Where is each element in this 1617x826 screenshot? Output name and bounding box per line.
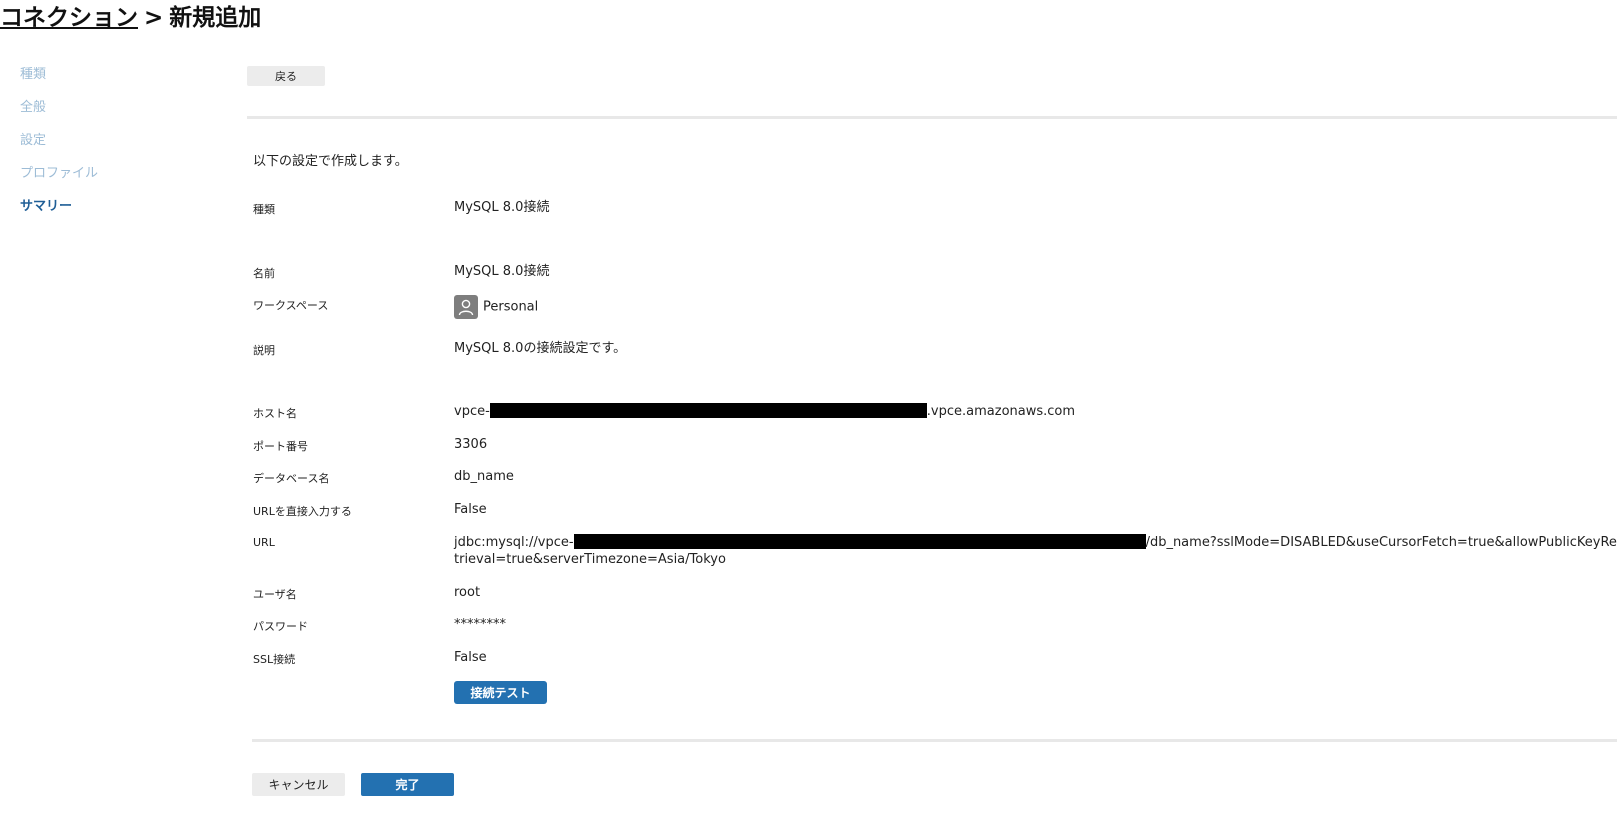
password-value: ******** (454, 617, 506, 632)
user-value: root (454, 585, 481, 600)
host-value: vpce- .vpce.amazonaws.com (454, 403, 1617, 420)
name-label: 名前 (253, 267, 275, 280)
url-redaction (573, 534, 1146, 549)
page-title: コネクション > 新規追加 (0, 0, 261, 32)
bottom-divider (252, 739, 1617, 742)
type-value: MySQL 8.0接続 (454, 200, 550, 215)
port-value: 3306 (454, 437, 488, 452)
url-value: jdbc:mysql://vpce-/db_name?sslMode=DISAB… (454, 534, 1617, 568)
workspace-name: Personal (483, 299, 539, 315)
host-redaction (489, 403, 927, 418)
host-prefix: vpce- (454, 404, 490, 419)
step-settings[interactable]: 設定 (20, 132, 98, 165)
back-button[interactable]: 戻る (247, 66, 325, 86)
step-type[interactable]: 種類 (20, 66, 98, 99)
url-prefix: jdbc:mysql://vpce- (454, 535, 574, 550)
user-label: ユーザ名 (253, 588, 297, 601)
ssl-value: False (454, 650, 487, 665)
cancel-button[interactable]: キャンセル (252, 773, 345, 796)
description-label: 説明 (253, 344, 275, 357)
database-label: データベース名 (253, 472, 330, 485)
workspace-label: ワークスペース (253, 299, 329, 312)
breadcrumb-connections-link[interactable]: コネクション (0, 5, 138, 31)
password-label: パスワード (253, 620, 308, 633)
workspace-value: Personal (454, 295, 1617, 319)
type-label: 種類 (253, 203, 275, 216)
ssl-label: SSL接続 (253, 653, 296, 666)
user-icon (454, 295, 478, 319)
step-profile[interactable]: プロファイル (20, 165, 98, 198)
step-summary[interactable]: サマリー (20, 198, 98, 231)
breadcrumb-current: 新規追加 (169, 5, 262, 31)
host-label: ホスト名 (253, 407, 297, 420)
url-direct-value: False (454, 502, 487, 517)
url-label: URL (253, 536, 275, 549)
finish-button[interactable]: 完了 (361, 773, 454, 796)
database-value: db_name (454, 469, 514, 484)
summary-intro: 以下の設定で作成します。 (253, 154, 408, 169)
top-divider (247, 116, 1617, 119)
url-direct-label: URLを直接入力する (253, 505, 352, 518)
port-label: ポート番号 (253, 440, 308, 453)
host-suffix: .vpce.amazonaws.com (926, 404, 1076, 419)
breadcrumb-separator: > (144, 5, 164, 31)
wizard-steps-sidebar: 種類 全般 設定 プロファイル サマリー (20, 66, 98, 231)
description-value: MySQL 8.0の接続設定です。 (454, 341, 627, 356)
connection-test-button[interactable]: 接続テスト (454, 681, 547, 704)
step-general[interactable]: 全般 (20, 99, 98, 132)
name-value: MySQL 8.0接続 (454, 264, 550, 279)
